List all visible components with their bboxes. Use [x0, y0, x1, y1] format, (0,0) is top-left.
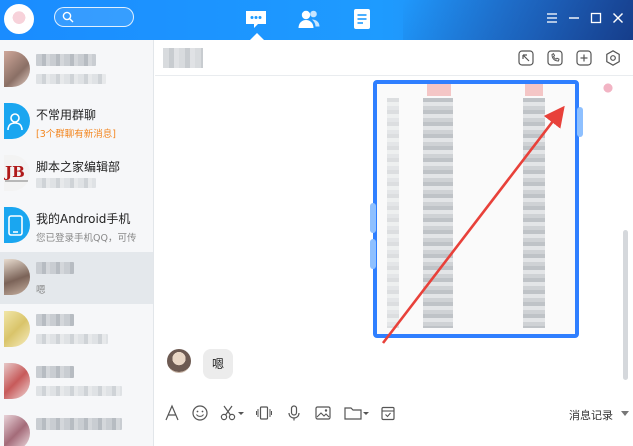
phone-icon: [4, 207, 30, 243]
voice-call-icon: [547, 50, 563, 66]
contact-avatar: [4, 311, 30, 347]
conversation-title: 我的Android手机: [36, 212, 131, 226]
contacts-tab[interactable]: [296, 6, 322, 32]
send-picture-button[interactable]: [314, 404, 332, 422]
message-input[interactable]: [155, 430, 633, 446]
contact-avatar: [4, 415, 30, 446]
qq-window: 不常用群聊 [3个群聊有新消息] JB 脚本之家编辑部 我的Android手机: [0, 0, 633, 446]
minimize-button[interactable]: [566, 10, 582, 26]
contact-avatar: [4, 363, 30, 399]
chat-scrollbar[interactable]: [621, 80, 629, 380]
search-icon: [62, 11, 74, 23]
conversation-item-selected[interactable]: 嗯: [0, 252, 153, 304]
conversation-list: 不常用群聊 [3个群聊有新消息] JB 脚本之家编辑部 我的Android手机: [0, 40, 154, 446]
active-tab-indicator: [250, 33, 264, 40]
picture-icon: [315, 406, 331, 420]
conversation-preview-blurred: [36, 74, 106, 87]
voice-call-button[interactable]: [546, 49, 564, 67]
contacts-tab-icon: [298, 10, 320, 28]
group-icon: [4, 103, 30, 139]
top-bar: [0, 0, 633, 40]
chat-header: [155, 40, 633, 76]
conversation-title: 不常用群聊: [36, 108, 97, 122]
file-icon: [344, 407, 369, 420]
chat-contact-name-blurred: [163, 48, 203, 68]
minimize-icon: [569, 17, 579, 19]
voice-icon: [288, 405, 300, 421]
group-avatar: JB: [4, 155, 30, 191]
contact-avatar: [4, 259, 30, 295]
menu-icon: [547, 13, 557, 23]
conversation-item[interactable]: [0, 44, 153, 96]
font-button[interactable]: [163, 404, 181, 422]
add-member-button[interactable]: [575, 49, 593, 67]
space-tab-icon: [354, 9, 370, 29]
shake-button[interactable]: [255, 404, 273, 422]
calendar-icon: [381, 406, 395, 421]
schedule-button[interactable]: [379, 404, 397, 422]
message-tab-icon: [246, 11, 266, 28]
screen-share-icon: [518, 50, 534, 66]
voice-message-button[interactable]: [285, 404, 303, 422]
conversation-title-blurred: [36, 366, 74, 381]
maximize-icon: [590, 12, 602, 24]
close-button[interactable]: [610, 10, 626, 26]
conversation-title-blurred: [36, 418, 122, 433]
svg-text:JB: JB: [4, 163, 25, 181]
conversation-title-blurred: [36, 262, 74, 277]
message-history-button[interactable]: 消息记录: [569, 407, 613, 423]
conversation-title: 脚本之家编辑部: [36, 160, 121, 174]
conversation-preview-blurred: [36, 386, 122, 399]
conversation-item-editorial[interactable]: JB 脚本之家编辑部: [0, 148, 153, 200]
chat-scrollbar-thumb[interactable]: [623, 230, 628, 380]
conversation-title-blurred: [36, 314, 74, 329]
chat-settings-button[interactable]: [604, 49, 622, 67]
message-tab[interactable]: [243, 6, 269, 32]
settings-icon: [606, 50, 620, 66]
chat-panel: 嗯: [155, 40, 633, 446]
message-area: 嗯: [155, 77, 625, 427]
search-box[interactable]: [54, 7, 134, 27]
conversation-preview: 您已登录手机QQ，可传: [36, 233, 137, 244]
menu-button[interactable]: [544, 10, 560, 26]
send-file-button[interactable]: [343, 404, 369, 422]
conversation-preview: [3个群聊有新消息]: [36, 129, 116, 140]
add-member-icon: [576, 50, 592, 66]
chevron-down-icon[interactable]: [621, 411, 629, 416]
contact-avatar: [4, 51, 30, 87]
emoji-button[interactable]: [191, 404, 209, 422]
space-tab[interactable]: [349, 6, 375, 32]
close-icon: [613, 13, 623, 23]
conversation-item-android[interactable]: 我的Android手机 您已登录手机QQ，可传: [0, 200, 153, 252]
maximize-button[interactable]: [588, 10, 604, 26]
conversation-item[interactable]: [0, 356, 153, 408]
screen-share-button[interactable]: [517, 49, 535, 67]
conversation-preview-blurred: [36, 178, 96, 191]
screenshot-icon: [220, 405, 244, 421]
conversation-item[interactable]: [0, 304, 153, 356]
screenshot-button[interactable]: [219, 404, 245, 422]
emoji-icon: [192, 405, 208, 421]
shake-icon: [256, 406, 272, 420]
conversation-preview: 嗯: [36, 285, 46, 296]
conversation-item[interactable]: [0, 408, 153, 446]
conversation-title-blurred: [36, 54, 96, 69]
my-avatar[interactable]: [4, 4, 34, 34]
input-toolbar: 消息记录: [155, 398, 633, 430]
annotation-arrow: [381, 105, 565, 344]
font-icon: [165, 404, 179, 421]
conversation-preview-blurred: [36, 334, 108, 347]
conversation-item-group-folder[interactable]: 不常用群聊 [3个群聊有新消息]: [0, 96, 153, 148]
